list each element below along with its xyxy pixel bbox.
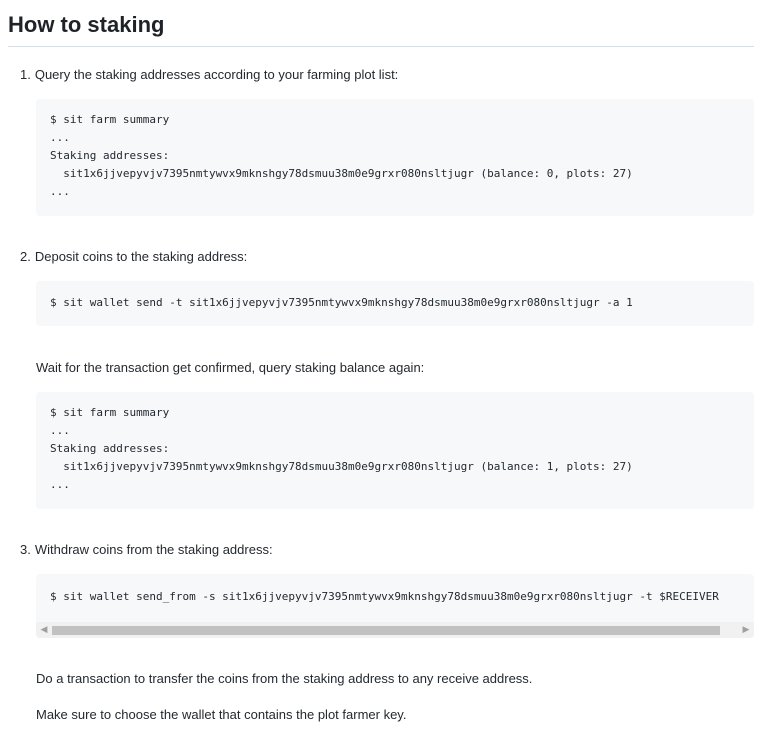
step-number: 1. bbox=[20, 67, 31, 82]
code-line: sit1x6jjvepyvjv7395nmtywvx9mknshgy78dsmu… bbox=[50, 460, 633, 473]
scroll-left-icon[interactable]: ◀ bbox=[38, 624, 50, 636]
code-block-farm-summary-2: $ sit farm summary ... Staking addresses… bbox=[36, 392, 754, 509]
code-block-farm-summary: $ sit farm summary ... Staking addresses… bbox=[36, 99, 754, 216]
staking-guide: How to staking 1. Query the staking addre… bbox=[0, 0, 777, 730]
horizontal-scrollbar[interactable]: ◀ ▶ bbox=[36, 622, 754, 638]
step-number: 3. bbox=[20, 542, 31, 557]
note-wallet-key: Make sure to choose the wallet that cont… bbox=[36, 707, 407, 722]
code-block-wallet-send: $ sit wallet send -t sit1x6jjvepyvjv7395… bbox=[36, 281, 754, 326]
code-line: sit1x6jjvepyvjv7395nmtywvx9mknshgy78dsmu… bbox=[50, 167, 633, 180]
step-text: Query the staking addresses according to… bbox=[34, 67, 399, 82]
code-line: $ sit wallet send_from -s sit1x6jjvepyvj… bbox=[50, 590, 719, 603]
code-block-send-from: $ sit wallet send_from -s sit1x6jjvepyvj… bbox=[36, 574, 754, 638]
code-line: ... bbox=[50, 185, 70, 198]
followup-text: Wait for the transaction get confirmed, … bbox=[36, 360, 425, 375]
step-number: 2. bbox=[20, 249, 31, 264]
code-line: $ sit farm summary bbox=[50, 113, 170, 126]
code-line: ... bbox=[50, 131, 70, 144]
code-line: Staking addresses: bbox=[50, 442, 170, 455]
code-line: Staking addresses: bbox=[50, 149, 170, 162]
step-2: 2. Deposit coins to the staking address: bbox=[20, 249, 247, 264]
code-line: $ sit wallet send -t sit1x6jjvepyvjv7395… bbox=[50, 296, 633, 309]
scrollbar-thumb[interactable] bbox=[52, 626, 720, 635]
step-text: Deposit coins to the staking address: bbox=[34, 249, 248, 264]
scroll-right-icon[interactable]: ▶ bbox=[740, 624, 752, 636]
code-line: ... bbox=[50, 478, 70, 491]
step-3: 3. Withdraw coins from the staking addres… bbox=[20, 542, 273, 557]
section-heading: How to staking bbox=[8, 12, 165, 37]
code-line: ... bbox=[50, 424, 70, 437]
heading-divider bbox=[8, 46, 754, 47]
step-text: Withdraw coins from the staking address: bbox=[34, 542, 273, 557]
step-1: 1. Query the staking addresses according … bbox=[20, 67, 398, 82]
note-transfer: Do a transaction to transfer the coins f… bbox=[36, 671, 533, 686]
code-line: $ sit farm summary bbox=[50, 406, 170, 419]
